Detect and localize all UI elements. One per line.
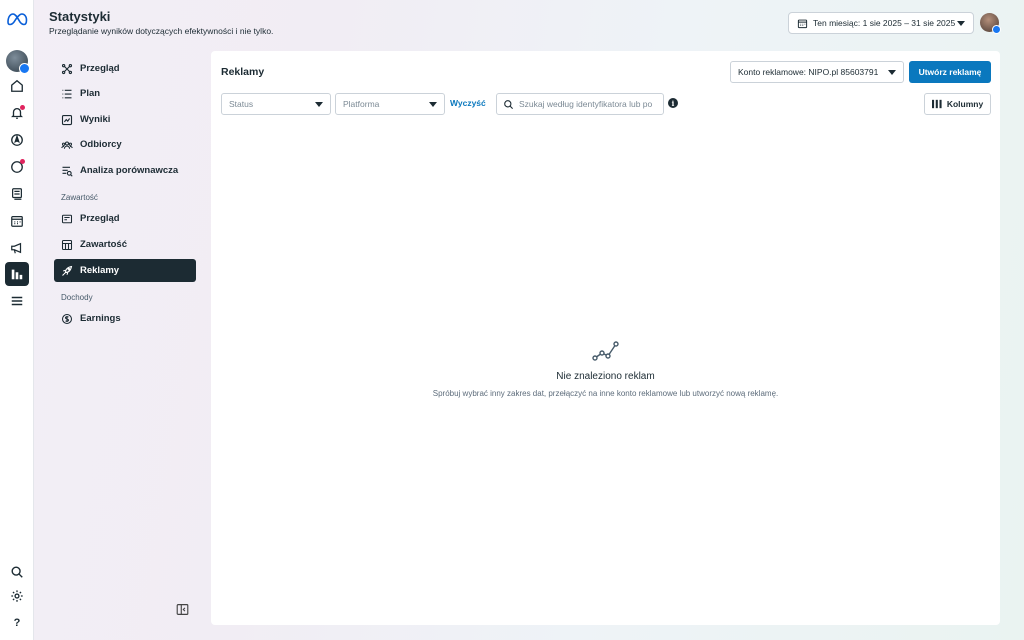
nav-item-content-overview[interactable]: Przegląd xyxy=(54,207,196,230)
search-icon[interactable] xyxy=(5,560,29,584)
columns-button[interactable]: Kolumny xyxy=(924,93,991,115)
empty-state-description: Spróbuj wybrać inny zakres dat, przełącz… xyxy=(432,389,779,398)
megaphone-icon[interactable] xyxy=(5,236,29,260)
chart-line-icon xyxy=(592,341,619,361)
meta-logo-icon[interactable] xyxy=(6,12,28,26)
content-overview-icon xyxy=(61,214,73,223)
empty-state-title: Nie znaleziono reklam xyxy=(556,371,655,382)
content-grid-icon xyxy=(61,239,73,250)
chevron-down-icon xyxy=(429,101,437,107)
platform-filter-label: Platforma xyxy=(343,99,380,109)
compass-icon[interactable] xyxy=(5,128,29,152)
menu-icon[interactable] xyxy=(5,289,29,313)
nav-item-label: Analiza porównawcza xyxy=(80,165,179,176)
columns-label: Kolumny xyxy=(946,99,984,109)
dollar-icon xyxy=(61,313,73,324)
search-input[interactable] xyxy=(519,99,659,109)
date-range-label: Ten miesiąc: 1 sie 2025 – 31 sie 2025 xyxy=(813,18,956,28)
ad-account-label: Konto reklamowe: NIPO.pl 85603791 xyxy=(738,67,879,77)
ads-panel: Reklamy Konto reklamowe: NIPO.pl 8560379… xyxy=(211,51,1000,625)
calendar-icon[interactable] xyxy=(5,209,29,233)
search-box xyxy=(496,93,664,115)
nav-item-label: Reklamy xyxy=(80,265,120,276)
platform-filter[interactable]: Platforma xyxy=(335,93,445,115)
nav-item-label: Wyniki xyxy=(80,114,111,125)
nav-item-results[interactable]: Wyniki xyxy=(54,108,196,131)
create-ad-button[interactable]: Utwórz reklamę xyxy=(909,61,991,83)
status-filter[interactable]: Status xyxy=(221,93,331,115)
section-label-content: Zawartość xyxy=(61,193,98,202)
columns-icon xyxy=(931,99,942,109)
page-subtitle: Przeglądanie wyników dotyczących efektyw… xyxy=(49,26,274,36)
settings-icon[interactable] xyxy=(5,584,29,608)
global-rail: ? xyxy=(0,0,34,640)
nav-item-content[interactable]: Zawartość xyxy=(54,233,196,256)
content-icon[interactable] xyxy=(5,182,29,206)
notifications-icon[interactable] xyxy=(5,101,29,125)
nav-item-benchmark[interactable]: Analiza porównawcza xyxy=(54,159,196,182)
ad-account-select[interactable]: Konto reklamowe: NIPO.pl 85603791 xyxy=(730,61,904,83)
benchmark-icon xyxy=(62,166,73,177)
nav-item-plan[interactable]: Plan xyxy=(54,82,196,105)
overview-icon xyxy=(61,63,73,74)
nav-item-audience[interactable]: Odbiorcy xyxy=(54,133,196,156)
panel-title: Reklamy xyxy=(221,66,265,78)
nav-item-label: Przegląd xyxy=(80,213,120,224)
section-label-income: Dochody xyxy=(61,293,93,302)
insights-icon[interactable] xyxy=(5,262,29,286)
chevron-down-icon xyxy=(957,20,965,26)
chevron-down-icon xyxy=(888,69,896,75)
nav-item-label: Zawartość xyxy=(80,239,127,250)
home-icon[interactable] xyxy=(5,74,29,98)
help-icon[interactable]: ? xyxy=(5,611,29,635)
nav-item-label: Earnings xyxy=(80,313,121,324)
profile-avatar[interactable] xyxy=(6,50,30,74)
clear-filters-link[interactable]: Wyczyść xyxy=(450,98,486,108)
nav-item-overview[interactable]: Przegląd xyxy=(54,57,196,80)
calendar-icon xyxy=(797,19,808,28)
status-filter-label: Status xyxy=(229,99,254,109)
search-icon xyxy=(504,99,514,109)
chevron-down-icon xyxy=(315,101,323,107)
nav-item-label: Plan xyxy=(80,88,101,99)
nav-item-ads[interactable]: Reklamy xyxy=(54,259,196,282)
date-range-picker[interactable]: Ten miesiąc: 1 sie 2025 – 31 sie 2025 xyxy=(788,12,974,34)
messages-icon[interactable] xyxy=(5,155,29,179)
info-icon[interactable]: i xyxy=(668,98,678,108)
ads-rocket-icon xyxy=(62,265,73,276)
nav-item-label: Przegląd xyxy=(80,63,120,74)
results-icon xyxy=(61,114,73,125)
plan-icon xyxy=(62,89,72,98)
nav-item-label: Odbiorcy xyxy=(80,139,122,150)
account-avatar[interactable] xyxy=(980,13,1001,34)
collapse-sidebar-icon[interactable] xyxy=(176,603,189,616)
audience-icon xyxy=(61,140,73,149)
page-title: Statystyki xyxy=(49,9,111,24)
nav-item-earnings[interactable]: Earnings xyxy=(54,307,196,330)
